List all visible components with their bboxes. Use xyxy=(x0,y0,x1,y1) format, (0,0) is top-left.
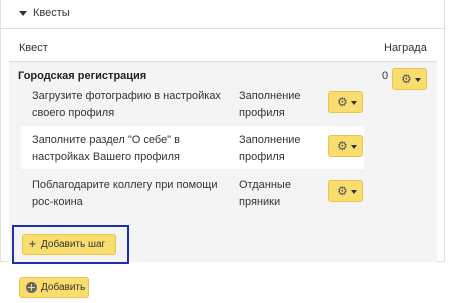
column-header-quest: Квест xyxy=(19,42,48,54)
gear-icon: ⚙ xyxy=(337,184,348,198)
plus-circle-icon xyxy=(26,282,37,293)
add-step-label: Добавить шаг xyxy=(41,239,106,250)
quest-settings-button[interactable]: ⚙ xyxy=(392,68,427,90)
gear-icon: ⚙ xyxy=(401,72,412,86)
step-text: Поблагодарите коллегу при помощи рос-кои… xyxy=(32,179,218,208)
chevron-down-icon xyxy=(351,190,357,194)
step-settings-button[interactable]: ⚙ xyxy=(328,180,363,202)
caret-down-icon[interactable] xyxy=(19,11,27,16)
step-type: Заполнение профиля xyxy=(239,90,301,119)
panel-title[interactable]: Квесты xyxy=(33,7,70,19)
step-settings-button[interactable]: ⚙ xyxy=(328,135,363,157)
chevron-down-icon xyxy=(351,101,357,105)
reward-value: 0 xyxy=(382,70,389,82)
add-button[interactable]: Добавить xyxy=(19,277,89,298)
quests-panel: Квесты Квест Награда Городская регистрац… xyxy=(0,0,446,262)
step-type: Заполнение профиля xyxy=(239,134,301,163)
add-step-button[interactable]: + Добавить шаг xyxy=(22,234,116,255)
step-type: Отданные пряники xyxy=(239,179,291,208)
step-text: Загрузите фотографию в настройках своего… xyxy=(32,90,221,119)
chevron-down-icon xyxy=(415,78,421,82)
step-settings-button[interactable]: ⚙ xyxy=(328,91,363,113)
column-header-reward: Награда xyxy=(384,42,427,54)
quest-step: Заполните раздел "О себе" в настройках В… xyxy=(21,126,364,169)
plus-icon: + xyxy=(29,237,37,251)
quest-title: Городская регистрация xyxy=(18,70,147,82)
add-label: Добавить xyxy=(41,282,86,293)
quest-step: Загрузите фотографию в настройках своего… xyxy=(21,82,364,125)
gear-icon: ⚙ xyxy=(337,139,348,153)
step-text: Заполните раздел "О себе" в настройках В… xyxy=(32,134,180,163)
gear-icon: ⚙ xyxy=(337,95,348,109)
chevron-down-icon xyxy=(351,145,357,149)
panel-header[interactable]: Квесты xyxy=(1,0,446,29)
quest-step: Поблагодарите коллегу при помощи рос-кои… xyxy=(21,171,364,214)
